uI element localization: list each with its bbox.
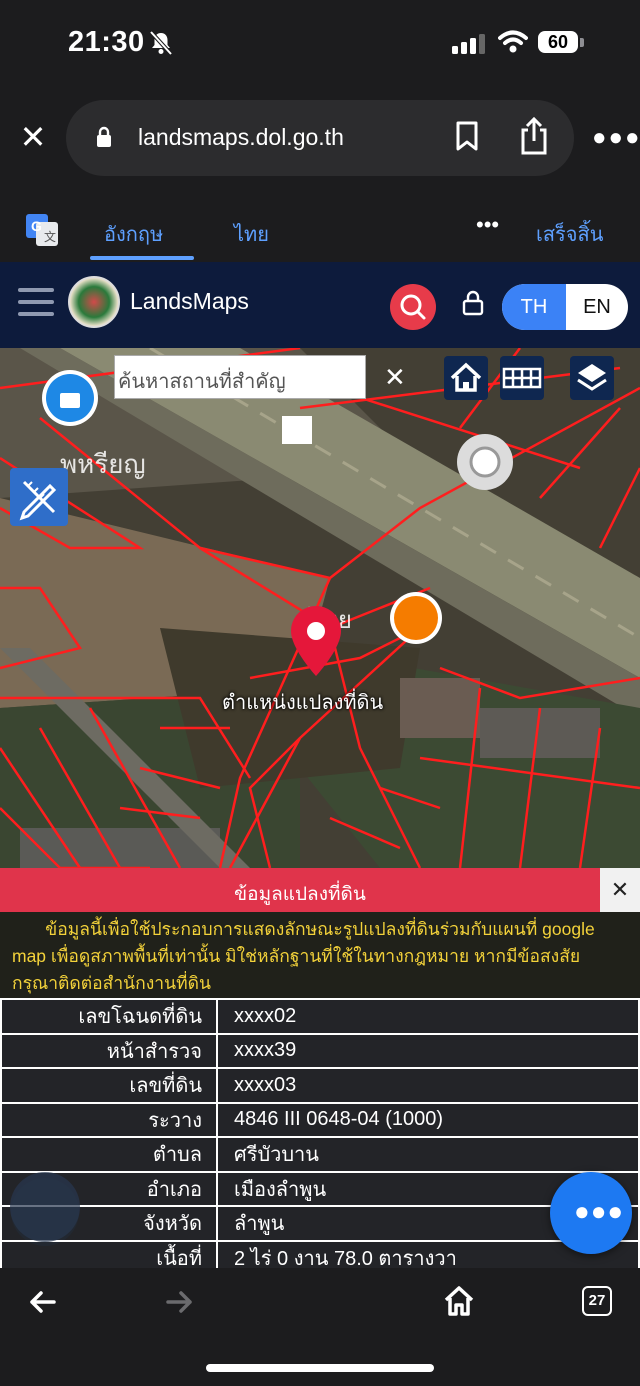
table-row: ระวาง 4846 III 0648-04 (1000): [0, 1101, 640, 1138]
bookmark-icon[interactable]: [454, 120, 480, 152]
share-icon[interactable]: [518, 116, 550, 156]
table-row: หน้าสำรวจ xxxx39: [0, 1032, 640, 1069]
parcel-location-label: ตำแหน่งแปลงที่ดิน: [222, 692, 384, 714]
disclaimer-line-1: ข้อมูลนี้เพื่อใช้ประกอบการแสดงลักษณะรูปแ…: [45, 919, 595, 939]
lock-icon: [97, 126, 111, 147]
active-tab-indicator: [90, 256, 194, 260]
brand-name: LandsMaps: [130, 288, 249, 314]
dots-icon: ●●●: [574, 1196, 625, 1226]
row-label: ระวาง: [0, 1101, 218, 1138]
svg-text:G: G: [31, 218, 42, 234]
svg-text:文: 文: [44, 229, 56, 244]
home-icon[interactable]: [442, 1284, 476, 1318]
map-layers-button[interactable]: [570, 356, 614, 400]
row-value: 4846 III 0648-04 (1000): [216, 1101, 640, 1138]
translate-done-button[interactable]: เสร็จสิ้น: [536, 218, 603, 250]
map-home-button[interactable]: [444, 356, 488, 400]
draw-ruler-icon: [19, 480, 57, 521]
seal-logo: [68, 276, 120, 328]
search-button[interactable]: [390, 284, 436, 330]
hamburger-icon[interactable]: [18, 288, 54, 324]
translate-more-button[interactable]: •••: [476, 212, 499, 238]
panel-close-button[interactable]: ✕: [600, 868, 640, 912]
bell-slash-icon: [149, 30, 173, 56]
map-search-clear-icon[interactable]: ✕: [384, 362, 406, 393]
row-value: ศรีบัวบาน: [216, 1136, 640, 1173]
status-time: 21:30: [68, 26, 145, 58]
parcel-info-table: เลขโฉนดที่ดิน xxxx02 หน้าสำรวจ xxxx39 เล…: [0, 998, 640, 1276]
tab-english[interactable]: อังกฤษ: [104, 218, 163, 250]
more-icon[interactable]: ●●●: [592, 124, 640, 152]
draw-tool-button[interactable]: [10, 468, 68, 526]
search-icon: [400, 294, 426, 320]
home-icon: [450, 362, 482, 392]
panel-title: ข้อมูลแปลงที่ดิน: [234, 884, 366, 905]
svg-text:พหรียญ: พหรียญ: [60, 450, 146, 480]
lock-icon[interactable]: [462, 290, 484, 316]
panel-disclaimer: ข้อมูลนี้เพื่อใช้ประกอบการแสดงลักษณะรูปแ…: [12, 916, 628, 997]
lang-en-option[interactable]: EN: [566, 284, 628, 330]
wifi-icon: [498, 30, 528, 53]
row-label: เลขที่ดิน: [0, 1067, 218, 1104]
row-value: xxxx02: [216, 998, 640, 1035]
row-label: หน้าสำรวจ: [0, 1032, 218, 1069]
layers-icon: [577, 364, 607, 391]
back-arrow-icon[interactable]: [28, 1288, 56, 1316]
google-translate-icon: G 文: [26, 214, 58, 246]
tab-thai[interactable]: ไทย: [234, 218, 269, 250]
language-toggle[interactable]: TH EN: [502, 284, 628, 330]
table-row: เลขโฉนดที่ดิน xxxx02: [0, 998, 640, 1035]
map-grid-button[interactable]: [500, 356, 544, 400]
table-row: จังหวัด ลำพูน: [0, 1205, 640, 1242]
tabs-icon[interactable]: 27: [582, 1286, 612, 1316]
lang-th-option[interactable]: TH: [502, 284, 566, 330]
grid-icon: [502, 367, 542, 389]
info-button[interactable]: [10, 1172, 80, 1242]
battery-tip: [580, 38, 584, 47]
disclaimer-line-3: กรุณาติดต่อสำนักงานที่ดิน: [12, 973, 211, 993]
battery-icon: 60: [538, 31, 578, 53]
home-indicator: [206, 1364, 434, 1372]
map-search-placeholder: ค้นหาสถานที่สำคัญ: [118, 371, 286, 393]
signal-icon: [452, 34, 485, 54]
table-row: เลขที่ดิน xxxx03: [0, 1067, 640, 1104]
disclaimer-line-2: map เพื่อดูสภาพพื้นที่เท่านั้น มิใช่หลัก…: [12, 946, 581, 966]
row-label: เลขโฉนดที่ดิน: [0, 998, 218, 1035]
row-value: xxxx03: [216, 1067, 640, 1104]
forward-arrow-icon[interactable]: [166, 1288, 194, 1316]
close-icon[interactable]: ✕: [18, 121, 48, 153]
table-row: อำเภอ เมืองลำพูน: [0, 1170, 640, 1207]
url-text[interactable]: landsmaps.dol.go.th: [138, 124, 344, 151]
row-label: ตำบล: [0, 1136, 218, 1173]
row-value: xxxx39: [216, 1032, 640, 1069]
table-row: ตำบล ศรีบัวบาน: [0, 1136, 640, 1173]
